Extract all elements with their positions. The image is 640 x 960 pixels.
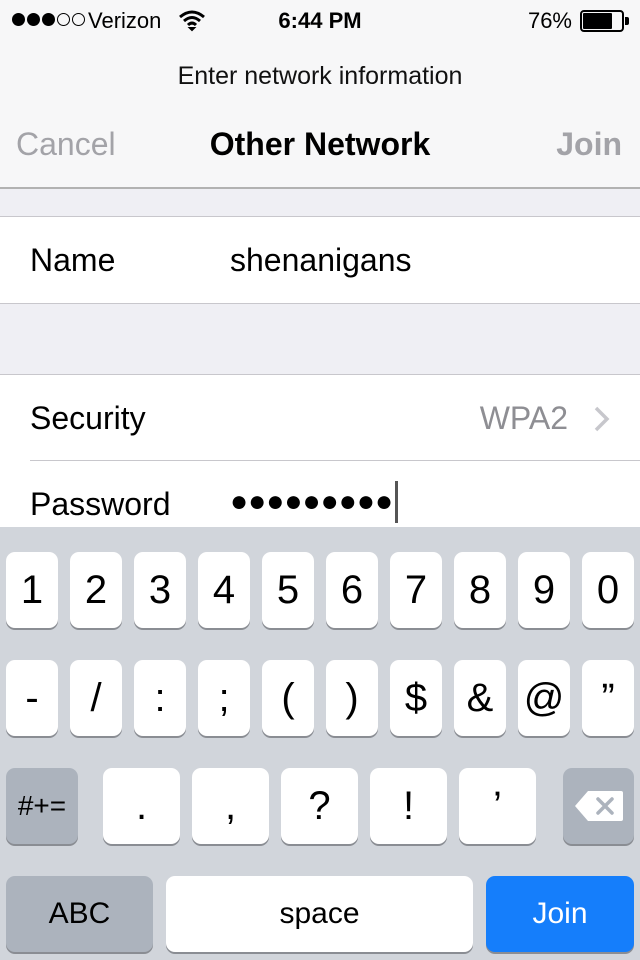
key[interactable]: 0 — [582, 552, 634, 628]
key[interactable]: ? — [281, 768, 358, 844]
key[interactable]: : — [134, 660, 186, 736]
security-group: Security WPA2 Password ●●●●●●●●● — [0, 374, 640, 534]
chevron-right-icon — [594, 406, 610, 432]
password-field[interactable]: ●●●●●●●●● — [230, 481, 399, 523]
battery-icon — [580, 10, 630, 32]
key[interactable]: ’ — [459, 768, 536, 844]
join-button[interactable]: Join — [556, 126, 622, 163]
nav-prompt: Enter network information — [177, 62, 463, 90]
key[interactable]: ” — [582, 660, 634, 736]
key[interactable]: 4 — [198, 552, 250, 628]
battery-percentage: 76% — [527, 8, 572, 33]
key[interactable]: / — [70, 660, 122, 736]
key[interactable]: ) — [326, 660, 378, 736]
page-title: Other Network — [209, 126, 431, 162]
status-bar: Verizon 6:44 PM 76% — [0, 0, 640, 40]
name-field[interactable]: shenanigans — [230, 242, 411, 279]
more-symbols-key[interactable]: #+= — [6, 768, 78, 844]
key[interactable]: @ — [518, 660, 570, 736]
security-value: WPA2 — [479, 400, 568, 436]
key[interactable]: & — [454, 660, 506, 736]
key[interactable]: 9 — [518, 552, 570, 628]
key[interactable]: , — [192, 768, 269, 844]
backspace-key[interactable] — [563, 768, 634, 844]
key[interactable]: ( — [262, 660, 314, 736]
password-label: Password — [30, 486, 171, 522]
backspace-icon — [574, 791, 623, 821]
key[interactable]: 8 — [454, 552, 506, 628]
abc-key[interactable]: ABC — [6, 876, 153, 952]
key[interactable]: 2 — [70, 552, 122, 628]
key[interactable]: . — [103, 768, 180, 844]
space-key[interactable]: space — [166, 876, 473, 952]
key[interactable]: ; — [198, 660, 250, 736]
security-row[interactable]: Security WPA2 — [0, 375, 640, 461]
key[interactable]: ! — [370, 768, 447, 844]
key[interactable]: - — [6, 660, 58, 736]
keyboard: 1234567890 - /:;() $ & @” #+= .,?!’ ABC spac… — [0, 527, 640, 960]
key[interactable]: 3 — [134, 552, 186, 628]
name-group: Name shenanigans — [0, 216, 640, 304]
keyboard-join-key[interactable]: Join — [486, 876, 634, 952]
navigation-bar: Enter network information Cancel Other N… — [0, 40, 640, 189]
name-label: Name — [30, 242, 116, 278]
key[interactable]: 1 — [6, 552, 58, 628]
key[interactable]: 5 — [262, 552, 314, 628]
key[interactable]: $ — [390, 660, 442, 736]
key[interactable]: 7 — [390, 552, 442, 628]
security-label: Security — [30, 400, 146, 436]
key[interactable]: 6 — [326, 552, 378, 628]
name-row[interactable]: Name shenanigans — [0, 217, 640, 303]
